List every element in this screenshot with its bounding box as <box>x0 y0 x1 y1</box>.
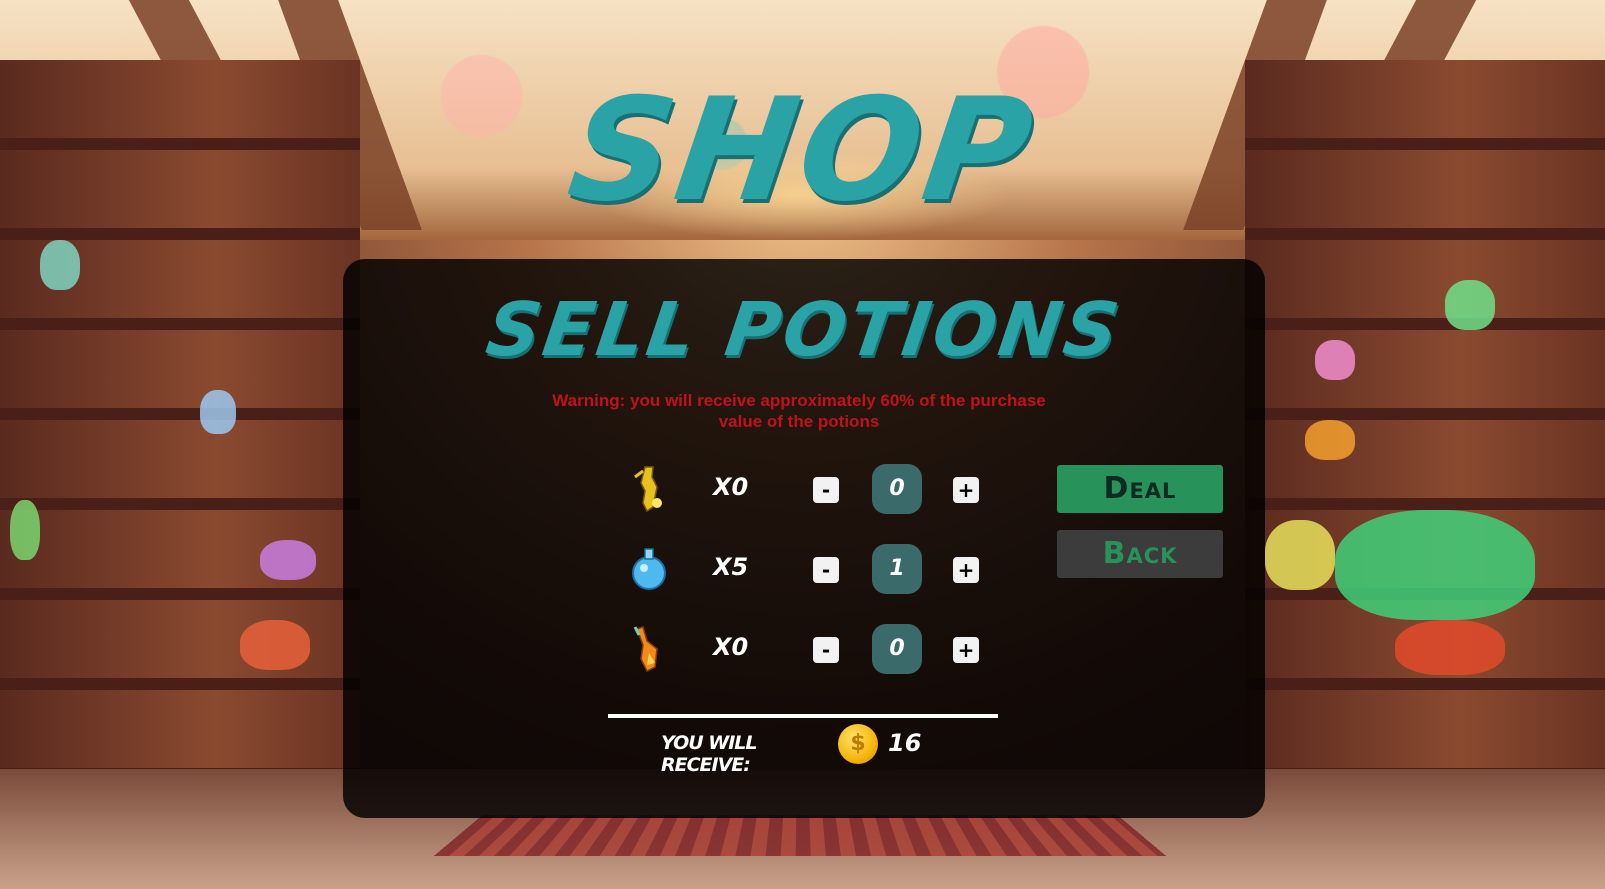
shop-title: SHOP <box>559 68 1046 233</box>
sell-panel: SELL POTIONS Warning: you will receive a… <box>343 259 1265 818</box>
jar <box>1315 340 1355 380</box>
decrease-button[interactable]: - <box>813 557 839 583</box>
owned-count: X0 <box>713 473 749 501</box>
jar <box>1445 280 1495 330</box>
quantity-field[interactable]: 1 <box>872 544 922 594</box>
receive-amount: 16 <box>888 729 922 757</box>
quantity-field[interactable]: 0 <box>872 624 922 674</box>
decrease-button[interactable]: - <box>813 637 839 663</box>
coin-icon: $ <box>838 724 878 764</box>
jar <box>40 240 80 290</box>
blue-potion-icon <box>632 548 666 590</box>
divider <box>608 714 998 718</box>
panel-title: SELL POTIONS <box>481 287 1127 373</box>
deal-button[interactable]: Deal <box>1057 465 1223 513</box>
back-button[interactable]: Back <box>1057 530 1223 578</box>
owned-count: X5 <box>713 553 749 581</box>
orange-potion-icon <box>633 626 658 673</box>
increase-button[interactable]: + <box>953 637 979 663</box>
jar <box>240 620 310 670</box>
jar <box>1265 520 1335 590</box>
warning-text: Warning: you will receive approximately … <box>552 391 1046 431</box>
potion-row: X0 - 0 + <box>343 619 1265 679</box>
owned-count: X0 <box>713 633 749 661</box>
quantity-field[interactable]: 0 <box>872 464 922 514</box>
jar <box>200 390 236 434</box>
jar <box>1335 510 1535 620</box>
yellow-potion-icon <box>634 466 662 513</box>
increase-button[interactable]: + <box>953 557 979 583</box>
jar <box>1395 620 1505 675</box>
jar <box>10 500 40 560</box>
jar <box>1305 420 1355 460</box>
decrease-button[interactable]: - <box>813 477 839 503</box>
increase-button[interactable]: + <box>953 477 979 503</box>
jar <box>260 540 316 580</box>
rug <box>433 814 1167 857</box>
receive-label: YOU WILL RECEIVE: <box>661 732 758 776</box>
